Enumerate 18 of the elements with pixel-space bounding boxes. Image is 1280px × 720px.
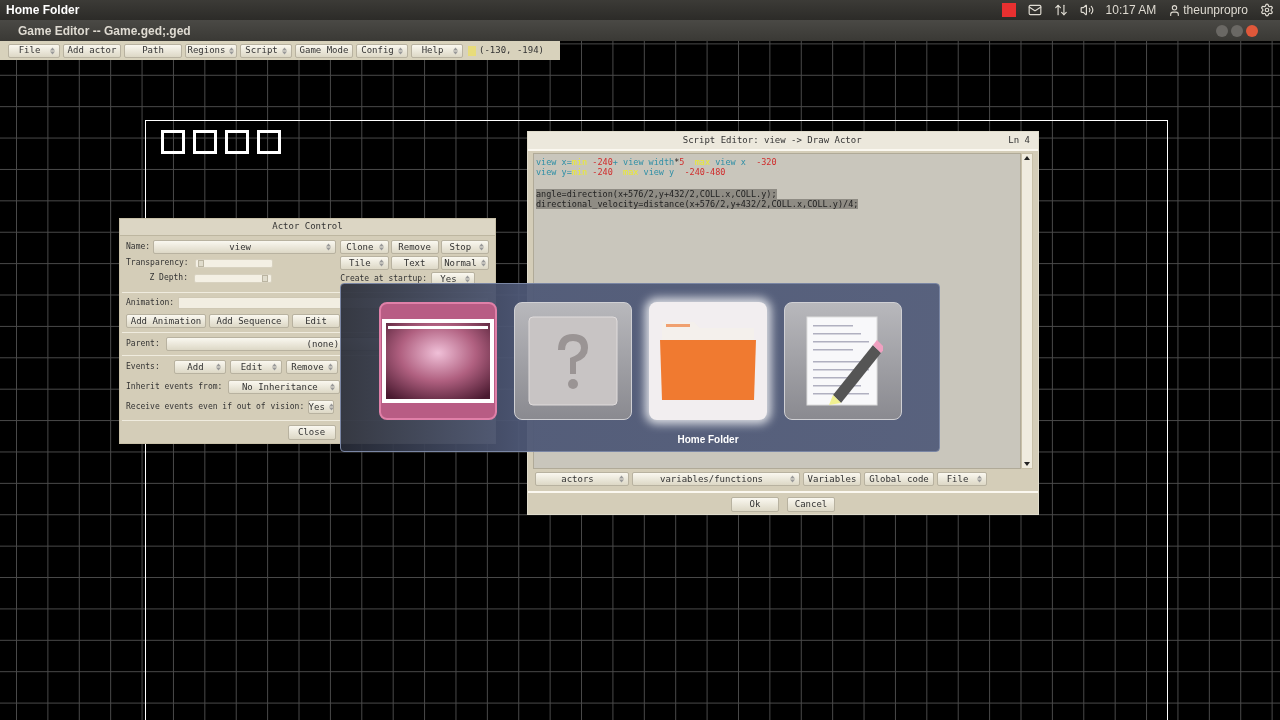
code-line: view x=min -240+ view width*5 max view x -320 (536, 157, 777, 167)
window-title: Actor Control (272, 220, 343, 234)
field-label: Name: (126, 241, 151, 253)
coordinates: (-130, -194) (479, 43, 545, 57)
switcher-label: Home Folder (677, 433, 739, 447)
code-line: view y=min -240 max view y -240-480 (536, 167, 726, 177)
field-label: Inherit events from: (126, 381, 223, 393)
window-title: Script Editor: view -> Draw Actor (681, 133, 863, 147)
field-label: Events: (126, 361, 161, 373)
field-label: Transparency: (126, 257, 189, 269)
panel-title: Home Folder (6, 2, 80, 19)
field-label: Z Depth: (148, 272, 188, 284)
field-label: Parent: (126, 338, 160, 350)
window-title: Game Editor -- Game.ged;.ged (18, 22, 191, 40)
field-label: Animation: (126, 297, 175, 309)
line-indicator: Ln 4 (1008, 133, 1030, 147)
field-label: Receive events even if out of vision: (126, 401, 305, 413)
field-label: Create at startup: (340, 273, 427, 285)
